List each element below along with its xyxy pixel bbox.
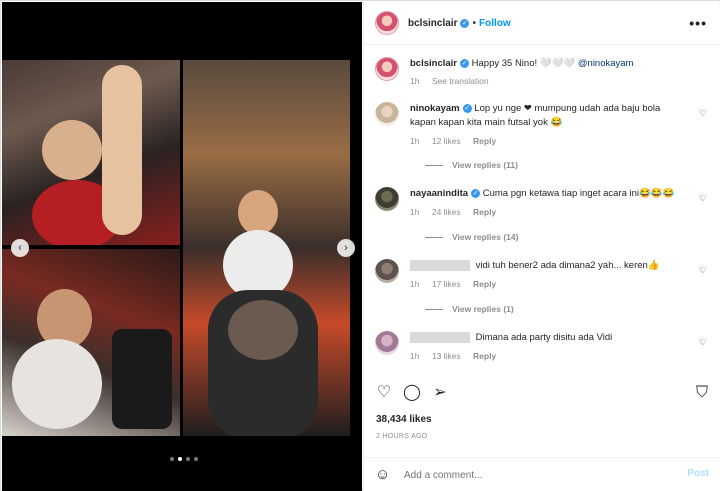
see-translation-link[interactable]: See translation — [432, 76, 489, 86]
comment-item: vidi tuh bener2 ada dimana2 yah... keren… — [375, 259, 715, 319]
follow-button[interactable]: Follow — [479, 18, 511, 29]
view-replies-button[interactable]: View replies (11) — [425, 160, 518, 170]
caption-avatar[interactable] — [375, 57, 399, 81]
comment-text: Dimana ada party disitu ada Vidi — [410, 331, 612, 345]
comment-item: ninokayam ✓ Lop yu nge ❤ mumpung udah ada… — [375, 102, 715, 182]
emoji-picker-icon[interactable]: ☺ — [375, 466, 390, 483]
view-replies-button[interactable]: View replies (1) — [425, 304, 514, 314]
comment-likes[interactable]: 13 likes — [432, 351, 461, 361]
photo-party-right — [183, 60, 350, 436]
commenter-avatar[interactable] — [375, 187, 399, 211]
carousel-dot-active — [178, 457, 182, 461]
comment-bubble-icon[interactable]: ◯ — [402, 383, 422, 403]
comment-likes[interactable]: 17 likes — [432, 279, 461, 289]
comment-body-line1: Cuma pgn ketawa tiap inget acara ini😂😂😂 — [482, 188, 675, 199]
replies-divider-line — [425, 164, 443, 166]
comment-text: vidi tuh bener2 ada dimana2 yah... keren… — [410, 259, 660, 273]
comment-like-heart-icon[interactable]: ♡ — [699, 193, 707, 204]
comment-time: 1h — [410, 279, 420, 289]
more-options-icon[interactable]: ••• — [689, 15, 707, 31]
comment-body-line1: vidi tuh bener2 ada dimana2 yah... keren… — [475, 260, 660, 271]
comment-like-heart-icon[interactable]: ♡ — [699, 265, 707, 276]
caption-time: 1h — [410, 76, 420, 86]
comment-likes[interactable]: 12 likes — [432, 136, 461, 146]
add-comment-input[interactable] — [404, 467, 674, 483]
author-username[interactable]: bclsinclair — [408, 18, 457, 29]
commenter-avatar[interactable] — [375, 331, 399, 355]
carousel-dot — [170, 457, 174, 461]
commenter-avatar[interactable] — [375, 102, 399, 126]
likes-count[interactable]: 38,434 likes — [376, 414, 432, 425]
like-heart-icon[interactable]: ♡ — [374, 383, 394, 403]
comment-likes[interactable]: 24 likes — [432, 207, 461, 217]
reply-button[interactable]: Reply — [473, 351, 496, 361]
view-replies-label: View replies (11) — [452, 160, 518, 170]
carousel-dot — [186, 457, 190, 461]
post-actions-bar: ♡ ◯ ➢ ⛉ — [364, 379, 720, 407]
reply-button[interactable]: Reply — [473, 207, 496, 217]
author-avatar[interactable] — [375, 11, 399, 35]
post-header: bclsinclair ✓ • Follow ••• — [364, 2, 720, 45]
verified-badge-icon: ✓ — [460, 18, 470, 28]
carousel-next-button[interactable]: › — [337, 239, 355, 257]
comment-meta: 1h 24 likes Reply — [410, 207, 506, 217]
photo-party-top-left — [2, 60, 180, 245]
carousel-indicator — [170, 457, 198, 461]
commenter-username[interactable]: ninokayam — [410, 103, 460, 114]
reply-button[interactable]: Reply — [473, 136, 496, 146]
post-caption: bclsinclair ✓ Happy 35 Nino! 🤍🤍🤍 @ninokay… — [375, 57, 715, 91]
caption-body: Happy 35 Nino! 🤍🤍🤍 — [471, 58, 576, 69]
comment-text: nayaanindita ✓ Cuma pgn ketawa tiap inget… — [410, 187, 675, 201]
comment-like-heart-icon[interactable]: ♡ — [699, 337, 707, 348]
save-bookmark-icon[interactable]: ⛉ — [692, 383, 712, 403]
comment-item: nayaanindita ✓ Cuma pgn ketawa tiap inget… — [375, 187, 715, 247]
verified-badge-icon: ✓ — [460, 58, 469, 68]
reply-button[interactable]: Reply — [473, 279, 496, 289]
comment-text: ninokayam ✓ Lop yu nge ❤ mumpung udah ada… — [410, 102, 660, 130]
verified-badge-icon: ✓ — [462, 103, 472, 113]
caption-mention[interactable]: @ninokayam — [578, 58, 634, 69]
post-media-carousel[interactable]: ‹ › — [2, 2, 362, 491]
replies-divider-line — [425, 236, 443, 238]
header-separator: • — [472, 17, 476, 29]
post-window: ‹ › bclsinclair ✓ • Follow ••• bclsincla… — [0, 0, 720, 491]
post-date: 2 HOURS AGO — [376, 433, 428, 440]
redacted-username — [410, 331, 470, 343]
view-replies-label: View replies (14) — [452, 232, 519, 242]
replies-divider-line — [425, 308, 443, 310]
comment-time: 1h — [410, 351, 420, 361]
comment-body-line2: kapan kapan kita main futsal yok 😂 — [410, 117, 563, 128]
commenter-avatar[interactable] — [375, 259, 399, 283]
caption-username[interactable]: bclsinclair — [410, 58, 457, 69]
comment-meta: 1h 13 likes Reply — [410, 351, 506, 361]
verified-badge-icon: ✓ — [471, 188, 481, 198]
post-details-panel: bclsinclair ✓ • Follow ••• bclsinclair ✓ … — [363, 2, 720, 491]
comment-like-heart-icon[interactable]: ♡ — [699, 108, 707, 119]
comment-body-line1: Dimana ada party disitu ada Vidi — [475, 332, 613, 343]
comment-time: 1h — [410, 136, 420, 146]
carousel-prev-button[interactable]: ‹ — [11, 239, 29, 257]
view-replies-button[interactable]: View replies (14) — [425, 232, 518, 242]
comment-time: 1h — [410, 207, 420, 217]
comment-meta: 1h 17 likes Reply — [410, 279, 506, 289]
share-send-icon[interactable]: ➢ — [430, 383, 450, 403]
comment-meta: 1h 12 likes Reply — [410, 136, 506, 146]
comment-item: Dimana ada party disitu ada Vidi 1h 13 l… — [375, 331, 715, 371]
caption-meta: 1h See translation — [410, 76, 499, 86]
comment-body-line1: Lop yu nge ❤ mumpung udah ada baju bola — [474, 103, 661, 114]
view-replies-label: View replies (1) — [452, 304, 514, 314]
add-comment-bar: ☺ Post — [364, 457, 720, 491]
post-comment-button[interactable]: Post — [687, 468, 709, 479]
redacted-username — [410, 259, 470, 271]
carousel-dot — [194, 457, 198, 461]
photo-party-bottom-left — [2, 249, 180, 436]
commenter-username[interactable]: nayaanindita — [410, 188, 468, 199]
caption-text: bclsinclair ✓ Happy 35 Nino! 🤍🤍🤍 @ninokay… — [410, 57, 633, 71]
